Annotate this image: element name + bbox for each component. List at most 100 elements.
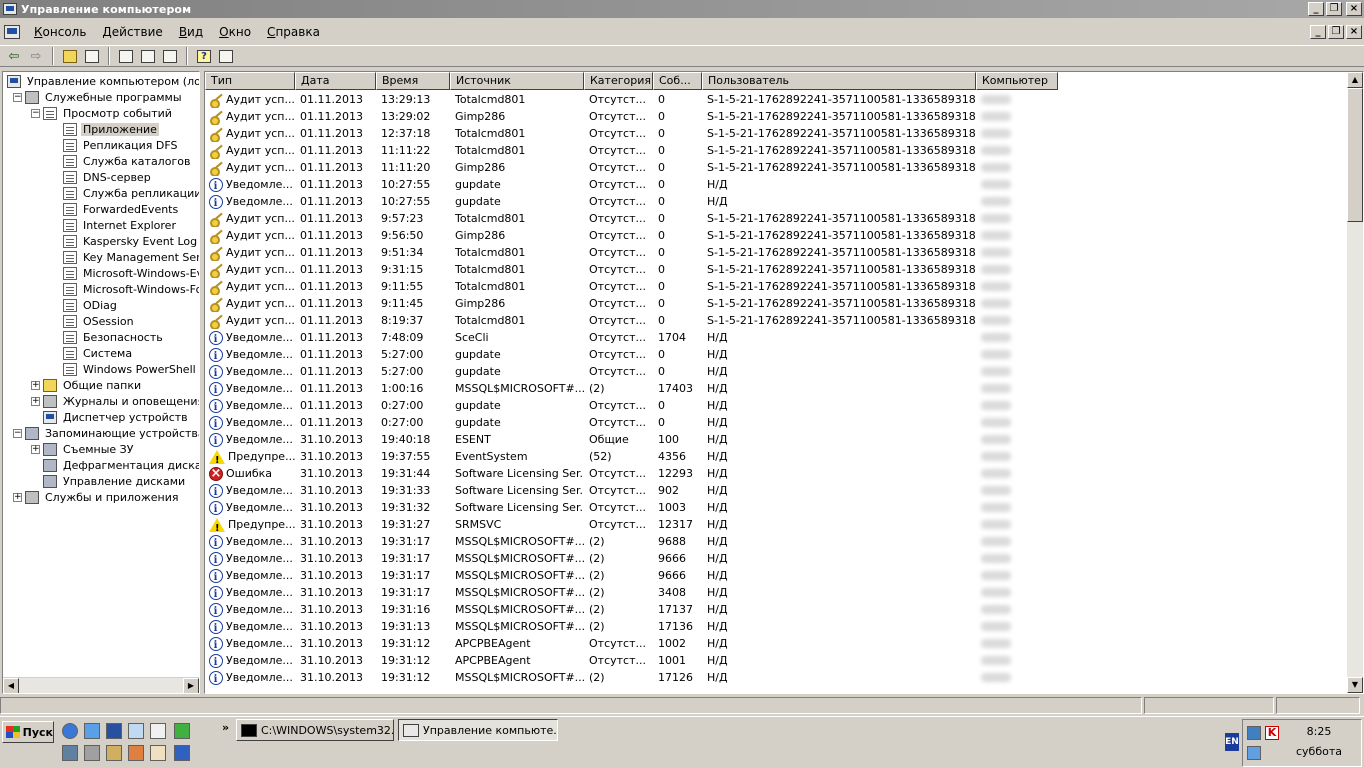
eye-icon[interactable] — [174, 723, 190, 739]
tree-node[interactable]: ODiag — [63, 297, 119, 313]
tree-horizontal-scrollbar[interactable]: ◀ ▶ — [3, 677, 199, 693]
table-row[interactable]: Уведомле... 31.10.2013 19:31:16 MSSQL$MICRO… — [205, 601, 1348, 618]
forward-button[interactable]: ⇨ — [25, 46, 47, 66]
column-header-type[interactable]: Тип — [205, 72, 295, 90]
scroll-down-icon[interactable]: ▼ — [1347, 677, 1363, 693]
table-row[interactable]: Уведомле... 31.10.2013 19:31:13 MSSQL$MICRO… — [205, 618, 1348, 635]
outlook-icon[interactable] — [84, 723, 100, 739]
table-row[interactable]: Аудит усп... 01.11.2013 9:11:55 Totalcmd801… — [205, 278, 1348, 295]
books-icon[interactable] — [174, 745, 190, 761]
save-disk-icon[interactable] — [106, 723, 122, 739]
table-row[interactable]: Уведомле... 31.10.2013 19:31:12 APCPBEAgent… — [205, 635, 1348, 652]
list-vertical-scrollbar[interactable]: ▲ ▼ — [1347, 72, 1363, 693]
close-button[interactable]: × — [1346, 2, 1362, 16]
child-minimize-button[interactable]: _ — [1310, 25, 1326, 39]
network-tray-icon[interactable] — [1247, 726, 1261, 740]
show-hide-tree-button[interactable] — [81, 46, 103, 66]
collapse-icon[interactable]: − — [13, 92, 22, 102]
table-row[interactable]: Уведомле... 31.10.2013 19:40:18 ESENT Общие 1… — [205, 431, 1348, 448]
table-row[interactable]: Уведомле... 01.11.2013 1:00:16 MSSQL$MICROS… — [205, 380, 1348, 397]
minimize-button[interactable]: _ — [1308, 2, 1324, 16]
tree-node[interactable]: Internet Explorer — [63, 217, 178, 233]
tree-node[interactable]: Служба каталогов — [63, 153, 192, 169]
expand-icon[interactable]: + — [31, 444, 40, 454]
show-action-pane-button[interactable] — [215, 46, 237, 66]
tree-node[interactable]: Приложение — [63, 121, 159, 137]
table-row[interactable]: Уведомле... 01.11.2013 5:27:00 gupdate Отсут… — [205, 346, 1348, 363]
properties-button[interactable] — [115, 46, 137, 66]
scroll-up-icon[interactable]: ▲ — [1347, 72, 1363, 88]
table-row[interactable]: Уведомле... 31.10.2013 19:31:17 MSSQL$MICRO… — [205, 533, 1348, 550]
refresh-button[interactable] — [137, 46, 159, 66]
taskbar-button-computer-management[interactable]: Управление компьюте... — [398, 719, 558, 741]
tree-node[interactable]: Дефрагментация диска — [43, 457, 199, 473]
child-restore-button[interactable]: ❐ — [1328, 25, 1344, 39]
table-row[interactable]: Ошибка 31.10.2013 19:31:44 Software Licensi… — [205, 465, 1348, 482]
table-row[interactable]: Уведомле... 31.10.2013 19:31:12 MSSQL$MICRO… — [205, 669, 1348, 686]
tree-node[interactable]: Диспетчер устройств — [43, 409, 190, 425]
tree-node[interactable]: Репликация DFS — [63, 137, 180, 153]
table-row[interactable]: Уведомле... 01.11.2013 0:27:00 gupdate Отсут… — [205, 397, 1348, 414]
scanner-icon[interactable] — [128, 745, 144, 761]
menu-window[interactable]: Окно — [211, 23, 259, 41]
printer-icon[interactable] — [84, 745, 100, 761]
tree-node[interactable]: − Просмотр событий — [31, 105, 174, 121]
menu-console[interactable]: Консоль — [26, 23, 94, 41]
quicklaunch-chevron-icon[interactable]: » — [222, 721, 229, 734]
tree-node[interactable]: Безопасность — [63, 329, 165, 345]
table-row[interactable]: Аудит усп... 01.11.2013 11:11:20 Gimp286 Отс… — [205, 159, 1348, 176]
column-header-time[interactable]: Время — [376, 72, 450, 90]
table-row[interactable]: Аудит усп... 01.11.2013 13:29:02 Gimp286 Отс… — [205, 108, 1348, 125]
table-row[interactable]: Уведомле... 31.10.2013 19:31:12 APCPBEAgent… — [205, 652, 1348, 669]
table-row[interactable]: Уведомле... 31.10.2013 19:31:17 MSSQL$MICRO… — [205, 567, 1348, 584]
back-button[interactable]: ⇦ — [3, 46, 25, 66]
scroll-right-icon[interactable]: ▶ — [183, 678, 199, 693]
tree-node[interactable]: Управление компьютером (локаль — [7, 73, 199, 89]
table-row[interactable]: Уведомле... 01.11.2013 7:48:09 SceCli Отсутс… — [205, 329, 1348, 346]
table-row[interactable]: Уведомле... 01.11.2013 0:27:00 gupdate Отсут… — [205, 414, 1348, 431]
network-icon[interactable] — [128, 723, 144, 739]
tree-node[interactable]: OSession — [63, 313, 136, 329]
menu-view[interactable]: Вид — [171, 23, 211, 41]
tools-icon[interactable] — [106, 745, 122, 761]
expand-icon[interactable]: + — [13, 492, 22, 502]
column-header-category[interactable]: Категория — [584, 72, 653, 90]
scroll-thumb[interactable] — [1347, 88, 1363, 222]
column-header-source[interactable]: Источник — [450, 72, 584, 90]
tree-node[interactable]: − Служебные программы — [13, 89, 184, 105]
collapse-icon[interactable]: − — [13, 428, 22, 438]
network-share-icon[interactable] — [150, 745, 166, 761]
table-row[interactable]: Уведомле... 01.11.2013 10:27:55 gupdate Отсу… — [205, 193, 1348, 210]
expand-icon[interactable]: + — [31, 396, 40, 406]
tree-node[interactable]: Windows PowerShell — [63, 361, 198, 377]
export-list-button[interactable] — [159, 46, 181, 66]
up-level-button[interactable] — [59, 46, 81, 66]
taskbar-button-cmd[interactable]: C:\WINDOWS\system32... — [236, 719, 394, 741]
console-icon[interactable] — [4, 25, 20, 39]
tree-node[interactable]: DNS-сервер — [63, 169, 153, 185]
table-row[interactable]: Уведомле... 31.10.2013 19:31:17 MSSQL$MICRO… — [205, 550, 1348, 567]
menu-help[interactable]: Справка — [259, 23, 328, 41]
column-header-date[interactable]: Дата — [295, 72, 376, 90]
collapse-icon[interactable]: − — [31, 108, 40, 118]
table-row[interactable]: Аудит усп... 01.11.2013 9:56:50 Gimp286 Отсу… — [205, 227, 1348, 244]
tree-node[interactable]: − Запоминающие устройства — [13, 425, 199, 441]
table-row[interactable]: Уведомле... 01.11.2013 10:27:55 gupdate Отсу… — [205, 176, 1348, 193]
tree-node[interactable]: Система — [63, 345, 134, 361]
tree-node[interactable]: + Журналы и оповещения пр — [31, 393, 199, 409]
tree-node[interactable]: + Общие папки — [31, 377, 143, 393]
column-header-event[interactable]: Соб... — [653, 72, 702, 90]
tree-node[interactable]: Microsoft-Windows-Ever — [63, 265, 199, 281]
table-row[interactable]: Аудит усп... 01.11.2013 11:11:22 Totalcmd80… — [205, 142, 1348, 159]
table-row[interactable]: Аудит усп... 01.11.2013 9:31:15 Totalcmd801… — [205, 261, 1348, 278]
tree-node[interactable]: ForwardedEvents — [63, 201, 180, 217]
start-button[interactable]: Пуск — [2, 721, 54, 743]
internet-explorer-icon[interactable] — [62, 723, 78, 739]
search-icon[interactable] — [150, 723, 166, 739]
table-row[interactable]: Уведомле... 31.10.2013 19:31:17 MSSQL$MICRO… — [205, 584, 1348, 601]
monitor-icon[interactable] — [62, 745, 78, 761]
tree-node[interactable]: Kaspersky Event Log — [63, 233, 199, 249]
help-button[interactable]: ? — [193, 46, 215, 66]
table-row[interactable]: Аудит усп... 01.11.2013 8:19:37 Totalcmd801… — [205, 312, 1348, 329]
tree-node[interactable]: Служба репликации фа — [63, 185, 199, 201]
